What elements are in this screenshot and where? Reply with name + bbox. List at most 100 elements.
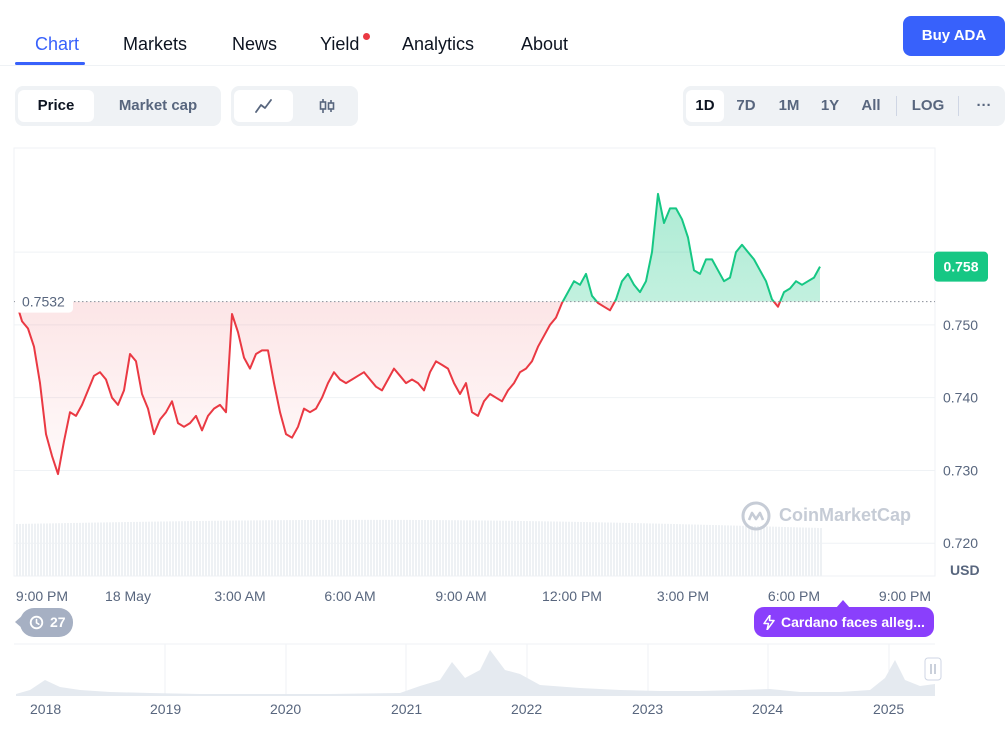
x-tick-label: 6:00 AM <box>324 588 375 604</box>
volume-bar <box>130 521 132 576</box>
volume-bar <box>580 521 582 576</box>
volume-bar <box>433 520 435 576</box>
history-navigator[interactable] <box>0 640 1005 700</box>
volume-bar <box>379 519 381 576</box>
volume-bar <box>673 524 675 576</box>
volume-bar <box>349 519 351 576</box>
volume-bar <box>709 524 711 576</box>
volume-bar <box>325 519 327 576</box>
volume-bar <box>484 520 486 576</box>
volume-bar <box>247 520 249 576</box>
volume-bar <box>97 522 99 576</box>
volume-bar <box>532 521 534 576</box>
volume-bar <box>166 521 168 576</box>
year-label: 2018 <box>30 701 62 717</box>
tab-markets[interactable]: Markets <box>123 34 187 55</box>
navigator-handle[interactable] <box>924 657 942 681</box>
price-chart[interactable]: 0.7532 0.750 0.740 0.730 0.720 0.758 USD 9:… <box>0 140 1005 610</box>
x-tick-label: 9:00 PM <box>879 588 931 604</box>
volume-bar <box>556 521 558 576</box>
range-all-button[interactable]: All <box>852 90 890 122</box>
candlestick-chart-button[interactable] <box>298 90 355 122</box>
volume-bar <box>217 520 219 576</box>
news-event-badge[interactable]: Cardano faces alleg... <box>754 607 934 637</box>
volume-bar <box>451 520 453 576</box>
volume-bar <box>811 527 813 576</box>
volume-bar <box>553 521 555 576</box>
tab-yield[interactable]: Yield <box>320 34 359 55</box>
range-7d-button[interactable]: 7D <box>727 90 765 122</box>
volume-bar <box>199 520 201 576</box>
volume-bar <box>778 526 780 576</box>
volume-bar <box>337 519 339 576</box>
market-cap-toggle-button[interactable]: Market cap <box>101 90 215 122</box>
volume-bar <box>475 520 477 576</box>
volume-bar <box>790 527 792 576</box>
reference-value: 0.7532 <box>22 294 65 310</box>
volume-bar <box>820 528 822 576</box>
log-scale-button[interactable]: LOG <box>905 90 951 122</box>
volume-bar <box>814 527 816 576</box>
tab-about[interactable]: About <box>521 34 568 55</box>
watermark-text: CoinMarketCap <box>779 505 912 525</box>
navigator-area <box>16 650 935 696</box>
volume-bar <box>772 526 774 576</box>
volume-bar <box>25 523 27 576</box>
year-label: 2021 <box>391 701 423 717</box>
y-axis-unit: USD <box>950 562 980 578</box>
volume-bar <box>646 523 648 576</box>
volume-bar <box>613 522 615 576</box>
volume-bar <box>496 520 498 576</box>
tab-news[interactable]: News <box>232 34 277 55</box>
range-1m-button[interactable]: 1M <box>769 90 809 122</box>
buy-ada-button[interactable]: Buy ADA <box>903 16 1005 56</box>
tab-bar: Chart Markets News Yield Analytics About… <box>0 0 1005 66</box>
volume-bar <box>76 522 78 576</box>
volume-bar <box>400 519 402 576</box>
tab-chart[interactable]: Chart <box>35 34 79 55</box>
volume-bar <box>568 521 570 576</box>
volume-bar <box>391 519 393 576</box>
volume-bar <box>607 522 609 576</box>
volume-bar <box>142 521 144 576</box>
volume-bar <box>460 520 462 576</box>
volume-bar <box>82 522 84 576</box>
volume-bar <box>43 523 45 576</box>
history-badge[interactable]: 27 <box>20 608 73 637</box>
chart-style-toggle <box>231 86 358 126</box>
volume-bar <box>541 521 543 576</box>
year-label: 2019 <box>150 701 182 717</box>
more-options-button[interactable]: ··· <box>967 90 1001 122</box>
range-1d-button[interactable]: 1D <box>686 90 724 122</box>
active-tab-indicator <box>15 62 85 65</box>
volume-bar <box>745 525 747 576</box>
volume-bar <box>115 522 117 576</box>
volume-bar <box>766 526 768 576</box>
y-tick-label: 0.720 <box>943 535 978 551</box>
current-price-badge: 0.758 <box>934 251 988 282</box>
volume-bar <box>787 527 789 576</box>
line-chart-button[interactable] <box>234 90 293 122</box>
volume-bar <box>214 520 216 576</box>
volume-bar <box>310 519 312 576</box>
volume-bar <box>286 520 288 576</box>
volume-bar <box>499 520 501 576</box>
volume-bar <box>163 521 165 576</box>
volume-bar <box>226 520 228 576</box>
volume-bar <box>643 523 645 576</box>
volume-bar <box>610 522 612 576</box>
volume-bar <box>268 520 270 576</box>
volume-bar <box>148 521 150 576</box>
price-toggle-button[interactable]: Price <box>18 90 94 122</box>
volume-bar <box>367 519 369 576</box>
tab-analytics[interactable]: Analytics <box>402 34 474 55</box>
volume-bar <box>520 520 522 576</box>
volume-bar <box>40 523 42 576</box>
volume-bar <box>385 519 387 576</box>
range-1y-button[interactable]: 1Y <box>812 90 848 122</box>
volume-bar <box>805 527 807 576</box>
volume-bar <box>58 523 60 576</box>
line-chart-icon <box>254 99 272 113</box>
volume-bar <box>298 520 300 576</box>
volume-bar <box>403 519 405 576</box>
